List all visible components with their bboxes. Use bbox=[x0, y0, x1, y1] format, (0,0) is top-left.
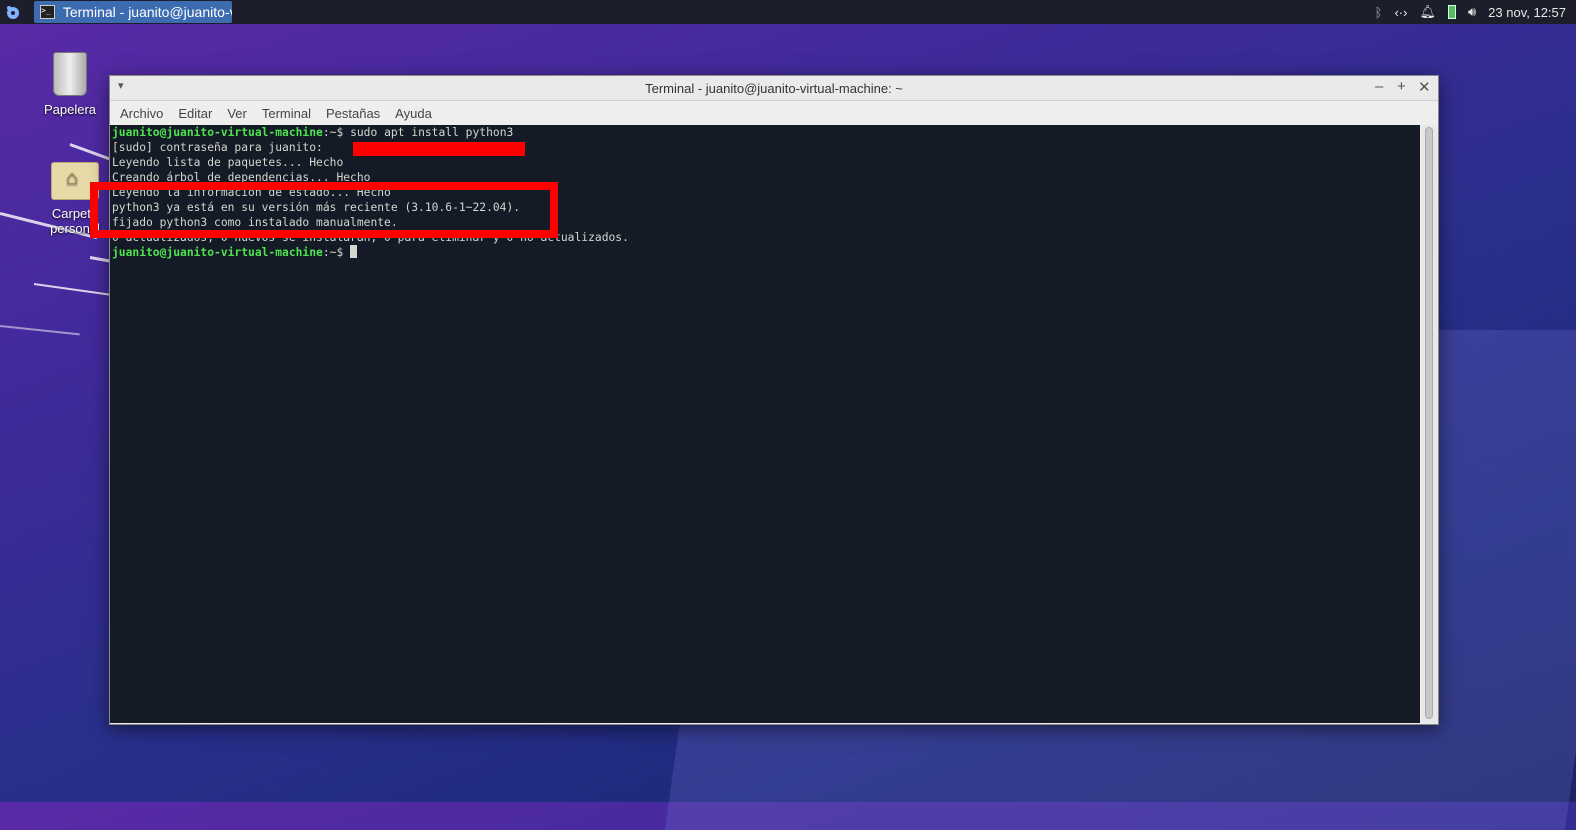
menu-pestanas[interactable]: Pestañas bbox=[320, 106, 389, 121]
maximize-icon[interactable]: + bbox=[1397, 78, 1406, 95]
xfce-mouse-icon bbox=[7, 6, 19, 19]
wallpaper-streak bbox=[0, 325, 80, 336]
taskbar-terminal-label: Terminal - juanito@juanito-v... bbox=[62, 4, 232, 20]
prompt-user: juanito@juanito-virtual-machine bbox=[112, 126, 323, 139]
terminal-line: [sudo] contraseña para juanito: bbox=[112, 141, 323, 154]
menu-terminal[interactable]: Terminal bbox=[256, 106, 320, 121]
scrollbar-thumb[interactable] bbox=[1425, 127, 1433, 719]
prompt-path: :~$ bbox=[322, 126, 351, 139]
system-tray: ᛒ ‹·› 🔔︎ 🔊︎ 23 nov, 12:57 bbox=[1375, 0, 1566, 24]
menu-ver[interactable]: Ver bbox=[221, 106, 256, 121]
terminal-line: juanito@juanito-virtual-machine:~$ sudo … bbox=[112, 125, 1420, 140]
clock[interactable]: 23 nov, 12:57 bbox=[1488, 5, 1566, 20]
close-icon[interactable]: ✕ bbox=[1418, 78, 1431, 96]
menu-ayuda[interactable]: Ayuda bbox=[389, 106, 441, 121]
desktop-icon-trash[interactable]: Papelera bbox=[35, 52, 105, 117]
terminal-icon: >_ bbox=[40, 5, 55, 19]
volume-icon[interactable]: 🔊︎ bbox=[1468, 4, 1476, 20]
wallpaper-streak bbox=[89, 256, 110, 263]
wallpaper-streak bbox=[33, 283, 114, 297]
password-redaction bbox=[353, 142, 525, 156]
terminal-scrollbar[interactable] bbox=[1421, 125, 1438, 723]
highlight-annotation-box bbox=[90, 182, 558, 238]
bluetooth-icon[interactable]: ᛒ bbox=[1375, 5, 1383, 20]
taskbar-terminal-button[interactable]: >_ Terminal - juanito@juanito-v... bbox=[34, 1, 232, 23]
terminal-line: juanito@juanito-virtual-machine:~$ bbox=[112, 245, 1420, 260]
menu-archivo[interactable]: Archivo bbox=[114, 106, 172, 121]
window-title: Terminal - juanito@juanito-virtual-machi… bbox=[645, 81, 903, 96]
minimize-icon[interactable]: – bbox=[1375, 78, 1383, 95]
terminal-command: sudo apt install python3 bbox=[350, 126, 514, 139]
network-icon[interactable]: ‹·› bbox=[1394, 5, 1407, 20]
menu-bar: Archivo Editar Ver Terminal Pestañas Ayu… bbox=[110, 101, 1438, 126]
text-cursor bbox=[350, 245, 358, 258]
prompt-path: :~$ bbox=[322, 246, 351, 259]
terminal-output[interactable]: juanito@juanito-virtual-machine:~$ sudo … bbox=[90, 125, 1420, 723]
window-titlebar[interactable]: ▾ Terminal - juanito@juanito-virtual-mac… bbox=[110, 76, 1438, 101]
prompt-user: juanito@juanito-virtual-machine bbox=[112, 246, 323, 259]
trash-icon bbox=[53, 52, 87, 96]
app-menu-button[interactable] bbox=[4, 3, 22, 21]
terminal-line: Leyendo lista de paquetes... Hecho bbox=[112, 156, 344, 169]
bell-icon[interactable]: 🔔︎ bbox=[1419, 4, 1436, 20]
terminal-window: ▾ Terminal - juanito@juanito-virtual-mac… bbox=[90, 75, 1439, 725]
top-panel: >_ Terminal - juanito@juanito-v... ᛒ ‹·›… bbox=[0, 0, 1576, 24]
battery-icon[interactable] bbox=[1447, 5, 1456, 19]
trash-label: Papelera bbox=[43, 102, 97, 117]
menu-editar[interactable]: Editar bbox=[172, 106, 221, 121]
